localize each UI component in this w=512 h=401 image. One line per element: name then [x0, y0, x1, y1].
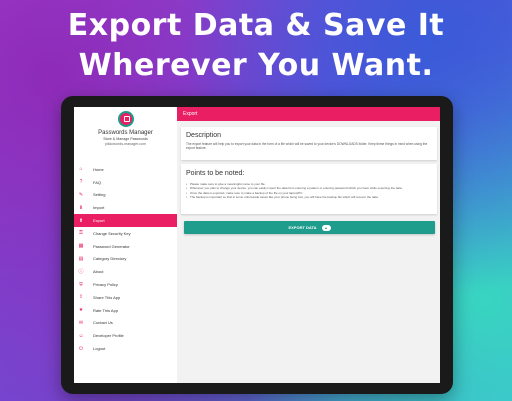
sidebar-item-label: Export	[93, 218, 105, 224]
app-website: pikkowords-manager.com	[105, 142, 146, 146]
sidebar-item-label: Import	[93, 205, 105, 211]
points-card: Points to be noted: Please make sure to …	[181, 164, 437, 214]
sidebar-item-contact-us[interactable]: ✉ Contact Us	[74, 317, 177, 330]
drawer-header: Passwords Manager Store & Manage Passwor…	[74, 107, 177, 163]
description-title: Description	[186, 132, 222, 139]
sidebar-item-label: Home	[93, 166, 104, 172]
sidebar-item-label: Share This App	[93, 294, 121, 300]
sidebar-item-setting[interactable]: ✎ Setting	[74, 189, 177, 202]
navigation-drawer: Passwords Manager Store & Manage Passwor…	[74, 107, 177, 383]
sidebar-item-developer-profile[interactable]: ☺ Developer Profile	[74, 329, 177, 342]
sidebar-item-label: Privacy Policy	[93, 282, 118, 288]
sidebar-item-import[interactable]: ⬇ Import	[74, 201, 177, 214]
list-item: The backup is important so that in some …	[186, 195, 432, 200]
sidebar-item-label: Setting	[93, 192, 106, 198]
sidebar-item-rate-app[interactable]: ★ Rate This App	[74, 304, 177, 317]
main-content: Export Description The export feature wi…	[177, 107, 440, 383]
export-icon: ⬆	[78, 217, 84, 224]
app-screen: Passwords Manager Store & Manage Passwor…	[74, 107, 440, 383]
share-icon: ⇪	[78, 294, 84, 301]
info-icon: ⓘ	[78, 268, 84, 275]
sidebar-item-label: Contact Us	[93, 320, 113, 326]
sidebar-item-label: Logout	[93, 346, 106, 352]
description-text: The export feature will help you to expo…	[186, 142, 428, 151]
sidebar-item-label: Rate This App	[93, 307, 119, 313]
export-data-button[interactable]: EXPORT DATA	[184, 221, 435, 234]
description-card: Description The export feature will help…	[181, 127, 437, 160]
drawer-menu: ⌂ Home ? FAQ ✎ Setting ⬇ Import ⬆ Export ⚿ Cha…	[74, 163, 177, 355]
sidebar-item-privacy-policy[interactable]: ⛨ Privacy Policy	[74, 278, 177, 291]
sidebar-item-faq[interactable]: ? FAQ	[74, 176, 177, 189]
points-title: Points to be noted:	[186, 170, 245, 177]
sidebar-item-label: Password Generator	[93, 243, 130, 249]
page-title: Export	[183, 111, 198, 117]
import-icon: ⬇	[78, 204, 84, 211]
sidebar-item-about[interactable]: ⓘ About	[74, 265, 177, 278]
star-icon: ★	[78, 307, 84, 314]
sidebar-item-label: About	[93, 269, 104, 275]
sidebar-item-logout[interactable]: ⏻ Logout	[74, 342, 177, 355]
profile-icon: ☺	[78, 332, 84, 339]
folder-icon: ▤	[78, 255, 84, 262]
promo-headline-line2: Wherever You Want.	[78, 48, 434, 83]
app-bar: Export	[177, 107, 440, 121]
sidebar-item-label: Category Directory	[93, 256, 127, 262]
shield-icon: ⛨	[79, 281, 83, 288]
mail-icon: ✉	[78, 319, 84, 326]
sidebar-item-change-security-key[interactable]: ⚿ Change Security Key	[74, 227, 177, 240]
wrench-icon: ✎	[78, 191, 84, 198]
sidebar-item-category-directory[interactable]: ▤ Category Directory	[74, 253, 177, 266]
question-icon: ?	[79, 179, 83, 186]
sidebar-item-home[interactable]: ⌂ Home	[74, 163, 177, 176]
promo-headline-line1: Export Data & Save It	[67, 8, 445, 43]
sidebar-item-label: Change Security Key	[93, 230, 131, 236]
export-button-label: EXPORT DATA	[288, 225, 317, 230]
app-logo-icon	[117, 111, 134, 127]
tablet-frame: Passwords Manager Store & Manage Passwor…	[61, 96, 453, 394]
sidebar-item-password-generator[interactable]: ▦ Password Generator	[74, 240, 177, 253]
points-list: Please make sure to give a meaningful na…	[186, 182, 432, 200]
promo-headline: Export Data & Save It Wherever You Want.	[0, 6, 512, 86]
logout-icon: ⏻	[79, 345, 83, 352]
sidebar-item-label: FAQ	[93, 179, 102, 185]
cloud-upload-icon	[321, 224, 331, 231]
key-icon: ⚿	[79, 230, 83, 237]
home-icon: ⌂	[79, 166, 83, 173]
sidebar-item-share-app[interactable]: ⇪ Share This App	[74, 291, 177, 304]
sidebar-item-label: Developer Profile	[93, 333, 124, 339]
app-name: Passwords Manager	[98, 130, 153, 136]
generator-icon: ▦	[78, 243, 84, 250]
sidebar-item-export[interactable]: ⬆ Export	[74, 214, 177, 227]
